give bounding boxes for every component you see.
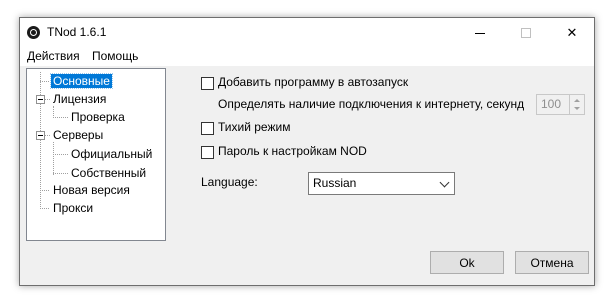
tree-item-official[interactable]: Официальный <box>71 147 152 161</box>
close-icon: ✕ <box>566 24 578 40</box>
settings-tree: Основные Лицензия Проверка Серверы Офици… <box>26 68 166 241</box>
tree-guide-line <box>40 208 49 209</box>
tree-item-main[interactable]: Основные <box>50 73 113 89</box>
autostart-checkbox[interactable] <box>201 77 214 90</box>
language-select[interactable]: Russian <box>308 172 455 195</box>
spin-buttons <box>569 95 584 114</box>
tree-item-license[interactable]: Лицензия <box>53 92 106 106</box>
menu-bar: Действия Помощь <box>20 47 594 66</box>
language-label: Language: <box>201 175 258 189</box>
tree-guide-line <box>40 81 49 82</box>
spin-up-icon[interactable] <box>574 99 580 102</box>
tree-guide-line <box>53 117 68 118</box>
app-icon <box>27 26 40 39</box>
title-bar[interactable]: TNod 1.6.1 ✕ <box>20 18 594 47</box>
tree-item-custom[interactable]: Собственный <box>71 166 146 180</box>
tnod-window: TNod 1.6.1 ✕ Действия Помощь Основные Ли… <box>19 17 595 286</box>
tree-item-check[interactable]: Проверка <box>71 110 125 124</box>
maximize-button[interactable] <box>503 18 549 47</box>
chevron-down-icon <box>439 177 450 188</box>
silent-mode-label: Тихий режим <box>218 120 291 134</box>
cancel-button[interactable]: Отмена <box>515 251 589 274</box>
minimize-button[interactable] <box>457 18 503 47</box>
tree-guide-line <box>45 135 50 136</box>
nod-password-checkbox[interactable] <box>201 146 214 159</box>
minimize-icon <box>475 33 485 34</box>
collapse-icon[interactable] <box>36 95 45 104</box>
ok-button[interactable]: Ok <box>430 251 504 274</box>
tree-guide-line <box>53 154 68 155</box>
window-title: TNod 1.6.1 <box>47 25 107 39</box>
internet-check-stepper[interactable]: 100 <box>536 94 585 115</box>
tree-item-servers[interactable]: Серверы <box>53 128 103 142</box>
autostart-label: Добавить программу в автозапуск <box>218 75 409 89</box>
tree-item-new-version[interactable]: Новая версия <box>53 183 130 197</box>
internet-check-label: Определять наличие подключения к интерне… <box>218 97 525 111</box>
menu-help[interactable]: Помощь <box>92 49 138 63</box>
spin-down-icon[interactable] <box>574 107 580 110</box>
tree-guide-line <box>40 190 49 191</box>
menu-actions[interactable]: Действия <box>27 49 80 63</box>
nod-password-label: Пароль к настройкам NOD <box>218 144 367 158</box>
language-value: Russian <box>313 176 357 190</box>
tree-guide-line <box>45 99 50 100</box>
maximize-icon <box>521 27 531 38</box>
silent-mode-checkbox[interactable] <box>201 122 214 135</box>
collapse-icon[interactable] <box>36 131 45 140</box>
internet-check-value: 100 <box>541 97 562 111</box>
tree-item-proxy[interactable]: Прокси <box>53 201 93 215</box>
tree-guide-line <box>53 142 54 175</box>
close-button[interactable]: ✕ <box>549 18 595 47</box>
tree-guide-line <box>53 173 68 174</box>
